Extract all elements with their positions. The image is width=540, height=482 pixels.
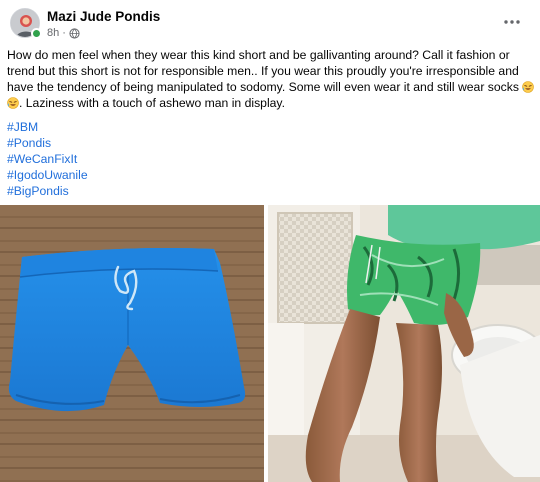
globe-icon: [69, 27, 80, 39]
green-shorts-photo[interactable]: [268, 205, 540, 482]
green-shorts-image: [268, 205, 540, 482]
author-avatar[interactable]: [10, 8, 42, 39]
hashtag-link[interactable]: #JBM: [7, 119, 88, 135]
post-photos: [0, 205, 540, 482]
rofl-emoji-icon: [7, 97, 19, 109]
hashtag-list: #JBM #Pondis #WeCanFixIt #IgodoUwanile #…: [7, 119, 88, 199]
blue-shorts-image: [0, 205, 264, 482]
meta-separator: ·: [62, 27, 66, 39]
author-name[interactable]: Mazi Jude Pondis: [47, 9, 160, 24]
post-timestamp[interactable]: 8h: [47, 27, 59, 39]
rofl-emoji-icon: [522, 81, 535, 93]
feed-post: Mazi Jude Pondis 8h · How do men feel wh…: [0, 0, 540, 482]
more-horizontal-icon: [504, 20, 520, 24]
post-header: Mazi Jude Pondis 8h ·: [0, 0, 540, 44]
hashtag-link[interactable]: #Pondis: [7, 135, 88, 151]
hashtag-link[interactable]: #BigPondis: [7, 183, 88, 199]
post-options-button[interactable]: [500, 10, 524, 34]
post-text-part: . Laziness with a touch of ashewo man in…: [19, 96, 286, 110]
post-text: How do men feel when they wear this kind…: [7, 47, 535, 111]
blue-shorts-photo[interactable]: [0, 205, 264, 482]
post-text-part: How do men feel when they wear this kind…: [7, 48, 523, 94]
hashtag-link[interactable]: #WeCanFixIt: [7, 151, 88, 167]
online-status-dot: [31, 28, 42, 39]
post-meta: 8h ·: [47, 27, 80, 39]
hashtag-link[interactable]: #IgodoUwanile: [7, 167, 88, 183]
